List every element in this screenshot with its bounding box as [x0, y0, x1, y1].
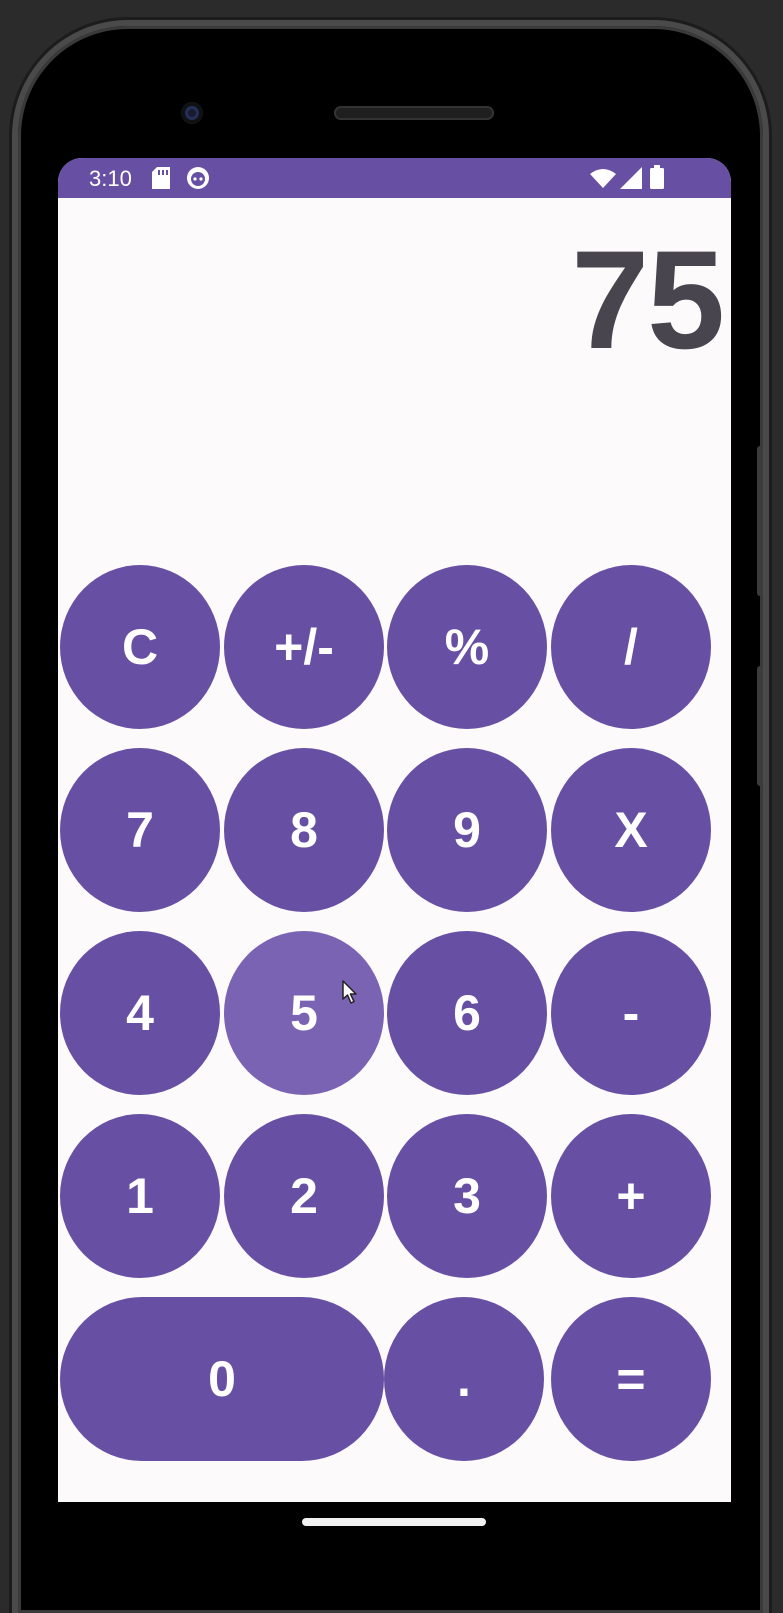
- digit-4-button[interactable]: 4: [60, 931, 220, 1095]
- digit-3-button[interactable]: 3: [387, 1114, 547, 1278]
- toggle-sign-button[interactable]: +/-: [224, 565, 384, 729]
- decimal-button[interactable]: .: [384, 1297, 544, 1461]
- subtract-button[interactable]: -: [551, 931, 711, 1095]
- wifi-icon: [590, 168, 616, 193]
- power-button: [757, 666, 763, 786]
- battery-icon: [650, 165, 664, 194]
- digit-9-button[interactable]: 9: [387, 748, 547, 912]
- volume-button: [757, 446, 763, 596]
- home-gesture-bar[interactable]: [302, 1518, 486, 1526]
- divide-button[interactable]: /: [551, 565, 711, 729]
- status-time: 3:10: [89, 166, 132, 191]
- add-button[interactable]: +: [551, 1114, 711, 1278]
- front-camera: [181, 102, 203, 124]
- digit-7-button[interactable]: 7: [60, 748, 220, 912]
- earpiece-speaker: [334, 106, 494, 120]
- signal-icon: [620, 167, 642, 194]
- clear-button[interactable]: C: [60, 565, 220, 729]
- app-screen: 3:10 75 C +/- % / 7 8 9 X 4 5 6 - 1 2 3 …: [58, 158, 731, 1502]
- mouse-pointer-icon: [342, 980, 358, 1009]
- digit-1-button[interactable]: 1: [60, 1114, 220, 1278]
- digit-5-button[interactable]: 5: [224, 931, 384, 1095]
- multiply-button[interactable]: X: [551, 748, 711, 912]
- percent-button[interactable]: %: [387, 565, 547, 729]
- digit-8-button[interactable]: 8: [224, 748, 384, 912]
- digit-2-button[interactable]: 2: [224, 1114, 384, 1278]
- digit-0-button[interactable]: 0: [60, 1297, 384, 1461]
- result-display: 75: [571, 221, 725, 378]
- status-bar: 3:10: [58, 158, 731, 198]
- android-debug-icon: [186, 166, 210, 195]
- digit-6-button[interactable]: 6: [387, 931, 547, 1095]
- equals-button[interactable]: =: [551, 1297, 711, 1461]
- sd-card-icon: [152, 167, 170, 194]
